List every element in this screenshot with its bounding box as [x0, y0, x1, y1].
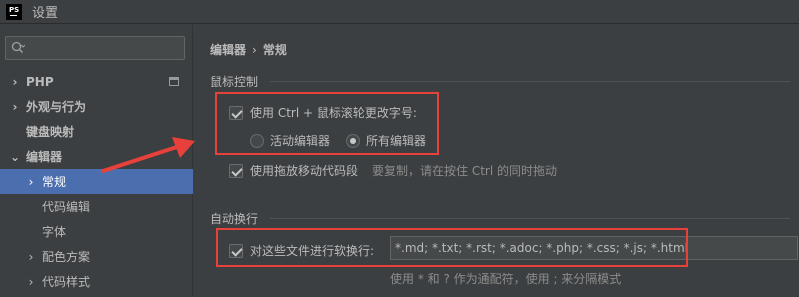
chevron-right-icon[interactable]: ›: [25, 250, 37, 264]
ctrl-wheel-checkbox[interactable]: [229, 105, 243, 120]
ctrl-wheel-label: 使用 Ctrl + 鼠标滚轮更改字号:: [250, 106, 417, 120]
phpstorm-app-icon: PS: [6, 3, 22, 20]
sidebar-item-label: PHP: [26, 74, 54, 89]
drag-drop-hint: 要复制，请在按住 Ctrl 的同时拖动: [372, 164, 557, 178]
sidebar-item-label: 字体: [42, 225, 67, 239]
settings-search-input[interactable]: [5, 36, 185, 60]
soft-wrap-checkbox[interactable]: [229, 243, 243, 258]
sidebar-item-editor[interactable]: ⌄ 编辑器: [0, 144, 193, 169]
settings-content: 编辑器 › 常规 鼠标控制 使用 Ctrl + 鼠标滚轮更改字号: 活动编辑器 所有…: [194, 25, 799, 297]
app-icon-text: PS: [9, 5, 20, 14]
chevron-right-icon[interactable]: ›: [25, 275, 37, 289]
radio-all-editors[interactable]: [346, 133, 360, 148]
soft-wrap-hint: 使用 * 和 ? 作为通配符，使用 ; 来分隔模式: [390, 272, 622, 286]
breadcrumb: 编辑器 › 常规: [210, 41, 287, 58]
sidebar-item-label: 键盘映射: [26, 125, 75, 139]
breadcrumb-current: 常规: [262, 43, 287, 57]
radio-all-editors-label: 所有编辑器: [366, 134, 427, 148]
settings-sidebar: › PHP › 外观与行为 键盘映射 ⌄ 编辑器 › 常规 代码编辑 字体 › …: [0, 25, 193, 297]
project-level-icon: [169, 77, 179, 86]
section-divider: [270, 218, 790, 219]
soft-wrap-patterns-field[interactable]: *.md; *.txt; *.rst; *.adoc; *.php; *.css…: [390, 236, 798, 260]
drag-drop-checkbox[interactable]: [229, 163, 243, 178]
search-icon[interactable]: [11, 41, 25, 55]
sidebar-item-label: 外观与行为: [26, 100, 87, 114]
soft-wrap-files-option[interactable]: 对这些文件进行软换行:: [229, 242, 374, 259]
chevron-down-icon[interactable]: ⌄: [9, 150, 21, 164]
sidebar-item-appearance[interactable]: › 外观与行为: [0, 94, 193, 119]
sidebar-item-code-editing[interactable]: 代码编辑: [0, 194, 193, 219]
radio-all-editors-option[interactable]: 所有编辑器: [346, 132, 426, 149]
radio-active-editor[interactable]: [250, 133, 264, 148]
radio-active-editor-label: 活动编辑器: [270, 134, 331, 148]
sidebar-item-php[interactable]: › PHP: [0, 69, 193, 94]
title-bar: PS 设置: [0, 0, 799, 24]
sidebar-item-label: 代码样式: [42, 275, 91, 289]
breadcrumb-separator: ›: [252, 43, 257, 57]
sidebar-item-general[interactable]: › 常规: [0, 169, 193, 194]
sidebar-item-label: 编辑器: [26, 150, 63, 164]
sidebar-item-label: 常规: [42, 175, 67, 189]
ctrl-wheel-font-size-option[interactable]: 使用 Ctrl + 鼠标滚轮更改字号:: [229, 104, 417, 121]
window-title: 设置: [32, 6, 59, 21]
drag-drop-label: 使用拖放移动代码段: [250, 164, 359, 178]
chevron-right-icon[interactable]: ›: [25, 175, 37, 189]
section-divider: [270, 81, 790, 82]
sidebar-item-code-style[interactable]: › 代码样式: [0, 269, 193, 294]
drag-drop-option[interactable]: 使用拖放移动代码段: [229, 162, 358, 179]
sidebar-item-label: 代码编辑: [42, 200, 91, 214]
sidebar-item-font[interactable]: 字体: [0, 219, 193, 244]
settings-tree: › PHP › 外观与行为 键盘映射 ⌄ 编辑器 › 常规 代码编辑 字体 › …: [0, 69, 193, 294]
sidebar-item-color-scheme[interactable]: › 配色方案: [0, 244, 193, 269]
sidebar-item-label: 配色方案: [42, 250, 91, 264]
radio-active-editor-option[interactable]: 活动编辑器: [250, 132, 330, 149]
soft-wrap-section-title: 自动换行: [210, 212, 259, 226]
chevron-right-icon[interactable]: ›: [9, 100, 21, 114]
chevron-right-icon[interactable]: ›: [9, 75, 21, 89]
soft-wrap-label: 对这些文件进行软换行:: [250, 244, 375, 258]
sidebar-item-keymap[interactable]: 键盘映射: [0, 119, 193, 144]
breadcrumb-parent[interactable]: 编辑器: [210, 43, 246, 57]
mouse-control-section-title: 鼠标控制: [210, 75, 259, 89]
